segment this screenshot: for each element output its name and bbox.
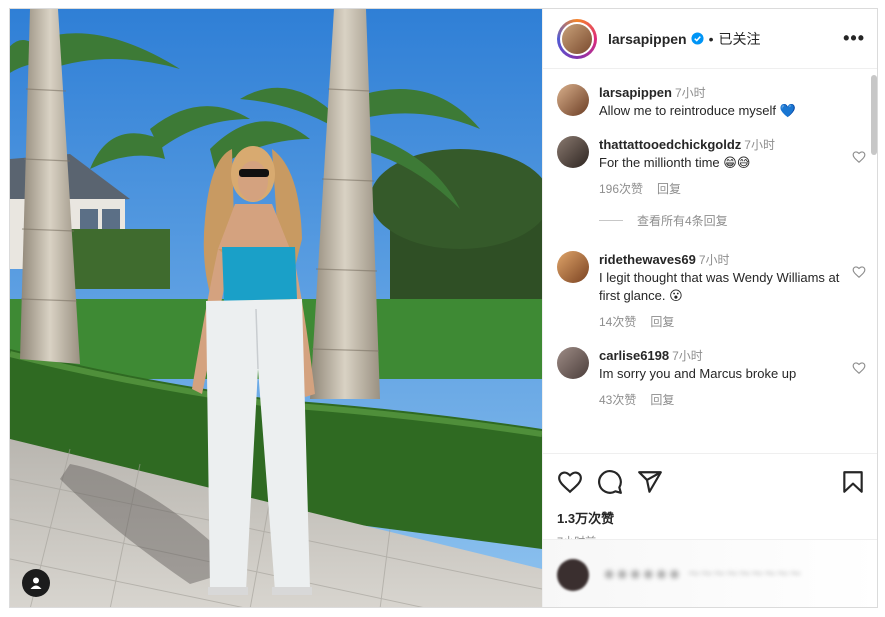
comment-username[interactable]: thattattooedchickgoldz xyxy=(599,137,741,152)
post-header: larsapippen • 已关注 ••• xyxy=(543,9,877,69)
comment-username[interactable]: ridethewaves69 xyxy=(599,252,696,267)
author-username[interactable]: larsapippen xyxy=(608,31,687,47)
comment-button[interactable] xyxy=(597,469,623,495)
comments-list: larsapippen 7小时 Allow me to reintroduce m… xyxy=(543,70,877,453)
verified-badge-icon xyxy=(691,32,704,45)
post-photo[interactable] xyxy=(10,9,542,607)
comment-username[interactable]: carlise6198 xyxy=(599,348,669,363)
avatar[interactable] xyxy=(557,84,589,116)
comments-scrollbar[interactable] xyxy=(871,75,877,155)
comment-likes[interactable]: 43次赞 xyxy=(599,393,636,407)
heart-icon[interactable] xyxy=(852,150,866,164)
view-replies-label[interactable]: 查看所有4条回复 xyxy=(637,212,728,229)
replies-divider xyxy=(599,220,623,221)
reply-button[interactable]: 回复 xyxy=(650,315,674,329)
like-button[interactable] xyxy=(557,469,583,495)
heart-icon xyxy=(558,471,582,494)
view-replies-button[interactable]: 查看所有4条回复 xyxy=(599,212,866,229)
caption: larsapippen 7小时 Allow me to reintroduce m… xyxy=(557,84,866,120)
instagram-post-dialog: larsapippen • 已关注 ••• larsapippen 7小时 All… xyxy=(9,8,878,608)
user-tag-button[interactable] xyxy=(22,569,50,597)
comment-time: 7小时 xyxy=(672,349,703,363)
comment-text: For the millionth time 😁😅 xyxy=(599,155,751,170)
blurred-text: ●●●●●● ~~~~~~~~~ xyxy=(603,563,803,585)
follow-status-button[interactable]: 已关注 xyxy=(719,29,761,49)
heart-icon[interactable] xyxy=(852,265,866,279)
author-avatar[interactable] xyxy=(557,18,597,59)
comment-bubble-icon xyxy=(598,470,622,494)
bookmark-icon xyxy=(843,471,863,493)
header-separator: • xyxy=(708,30,714,47)
avatar[interactable] xyxy=(557,136,589,168)
heart-icon[interactable] xyxy=(852,361,866,375)
reply-button[interactable]: 回复 xyxy=(650,393,674,407)
comment-time: 7小时 xyxy=(744,138,775,152)
caption-text: Allow me to reintroduce myself 💙 xyxy=(599,103,796,118)
post-side-panel: larsapippen • 已关注 ••• larsapippen 7小时 All… xyxy=(542,9,877,607)
comment-likes[interactable]: 14次赞 xyxy=(599,315,636,329)
paper-plane-icon xyxy=(638,471,662,493)
post-image xyxy=(10,9,542,607)
reply-button[interactable]: 回复 xyxy=(657,182,681,196)
avatar xyxy=(557,558,589,591)
more-options-icon[interactable]: ••• xyxy=(843,28,865,49)
avatar[interactable] xyxy=(557,251,589,283)
comment-item: carlise6198 7小时 Im sorry you and Marcus b… xyxy=(557,347,866,409)
caption-time: 7小时 xyxy=(674,86,706,100)
comment-item: ridethewaves69 7小时 I legit thought that w… xyxy=(557,251,866,331)
post-actions: 1.3万次赞 7小时前 xyxy=(543,453,877,549)
share-button[interactable] xyxy=(637,469,663,495)
blurred-comment-area: ●●●●●● ~~~~~~~~~ xyxy=(543,539,877,607)
save-button[interactable] xyxy=(840,469,866,495)
user-tag-icon xyxy=(30,577,42,589)
comment-item: thattattooedchickgoldz 7小时 For the millio… xyxy=(557,136,866,198)
likes-count[interactable]: 1.3万次赞 xyxy=(557,508,866,527)
comment-time: 7小时 xyxy=(698,253,730,267)
comment-text: Im sorry you and Marcus broke up xyxy=(599,366,797,381)
comment-likes[interactable]: 196次赞 xyxy=(599,182,643,196)
caption-username[interactable]: larsapippen xyxy=(599,85,672,100)
avatar[interactable] xyxy=(557,347,589,379)
comment-text: I legit thought that was Wendy Williams … xyxy=(599,270,840,303)
